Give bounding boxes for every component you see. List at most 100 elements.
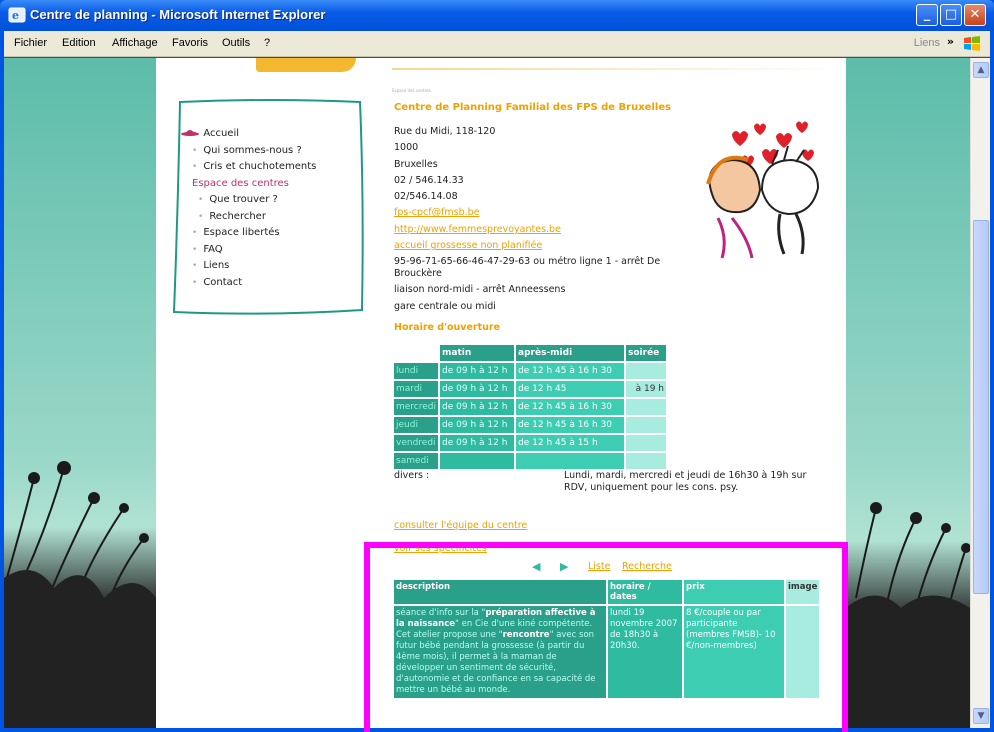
menu-fichier[interactable]: Fichier: [14, 37, 47, 49]
hours-row: vendredi de 09 h à 12 h de 12 h 45 à 15 …: [394, 435, 667, 451]
vertical-scrollbar[interactable]: ▲ ▼: [970, 58, 990, 728]
events-header-row: description horaire / dates prix image: [394, 580, 820, 604]
transport-info-3: gare centrale ou midi: [394, 300, 496, 312]
address-city: Bruxelles: [394, 158, 438, 170]
chevron-icon[interactable]: »: [947, 35, 954, 48]
hours-matin: de 09 h à 12 h: [440, 381, 515, 397]
hours-matin: de 09 h à 12 h: [440, 399, 515, 415]
event-row: séance d'info sur la "préparation affect…: [394, 606, 820, 698]
nav-item-que-trouver[interactable]: • Que trouver ?: [192, 192, 316, 209]
page-content: •Accueil •Qui sommes-nous ? •Cris et chu…: [156, 58, 846, 728]
scroll-down-button[interactable]: ▼: [973, 708, 989, 724]
centre-title: Centre de Planning Familial des FPS de B…: [394, 102, 672, 113]
hours-soiree: [626, 399, 667, 415]
nav-item-rechercher[interactable]: • Rechercher: [192, 209, 316, 226]
nav-item-accueil[interactable]: •Accueil: [192, 126, 316, 143]
specificities-link[interactable]: voir ses spécificités: [394, 543, 487, 554]
scroll-thumb[interactable]: [973, 220, 989, 594]
hours-header-apres-midi: après-midi: [516, 345, 625, 361]
event-image: [786, 606, 820, 698]
hours-day: mercredi: [394, 399, 439, 415]
address-street: Rue du Midi, 118-120: [394, 126, 496, 137]
events-header-price: prix: [684, 580, 784, 604]
hours-soiree: [626, 417, 667, 433]
header-splash: [256, 58, 356, 72]
menu-bar: Fichier Edition Affichage Favoris Outils…: [4, 31, 990, 57]
event-description: séance d'info sur la "préparation affect…: [394, 606, 606, 698]
title-bar: e Centre de planning - Microsoft Interne…: [0, 0, 994, 31]
plant-silhouette-left: [4, 461, 156, 728]
ie-window: e Centre de planning - Microsoft Interne…: [0, 0, 994, 732]
hours-header-matin: matin: [440, 345, 515, 361]
hours-matin: de 09 h à 12 h: [440, 363, 515, 379]
email-link[interactable]: fps-cpcf@fmsb.be: [394, 207, 480, 218]
address-block: Rue du Midi, 118-120 1000 Bruxelles 02 /…: [394, 124, 694, 315]
hours-header-blank: [394, 345, 439, 361]
prev-arrow-icon[interactable]: ◀: [532, 560, 540, 573]
nav-item-espace-libertes[interactable]: • Espace libertés: [192, 225, 316, 242]
nav-menu: •Accueil •Qui sommes-nous ? •Cris et chu…: [170, 98, 366, 320]
address-postcode: 1000: [394, 142, 419, 154]
menu-outils[interactable]: Outils: [222, 37, 250, 49]
events-header-image: image: [786, 580, 820, 604]
minimize-button[interactable]: _: [916, 4, 938, 26]
hours-apres-midi: de 12 h 45 à 16 h 30: [516, 363, 625, 379]
nav-item-espace-des-centres[interactable]: Espace des centres: [181, 130, 316, 193]
hours-apres-midi: de 12 h 45 à 16 h 30: [516, 417, 625, 433]
hours-soiree: [626, 435, 667, 451]
hours-header-soiree: soirée: [626, 345, 667, 361]
events-header-dates: horaire / dates: [608, 580, 682, 604]
nav-item-cris-et-chuchotements[interactable]: • Cris et chuchotements: [192, 159, 316, 176]
hours-matin: de 09 h à 12 h: [440, 417, 515, 433]
address-phone: 02 / 546.14.33: [394, 174, 464, 186]
events-header-description: description: [394, 580, 606, 604]
windows-logo-icon: [964, 36, 980, 51]
divers-text: Lundi, mardi, mercredi et jeudi de 16h30…: [564, 470, 807, 493]
hours-title: Horaire d'ouverture: [394, 322, 501, 333]
next-arrow-icon[interactable]: ▶: [560, 560, 568, 573]
team-link[interactable]: consulter l'équipe du centre: [394, 520, 527, 531]
nav-item-faq[interactable]: • FAQ: [192, 242, 316, 259]
hours-matin: de 09 h à 12 h: [440, 435, 515, 451]
hours-apres-midi: [516, 453, 625, 469]
hours-matin: [440, 453, 515, 469]
hat-icon: [181, 130, 199, 136]
menu-help[interactable]: ?: [264, 37, 270, 49]
address-fax: 02/546.14.08: [394, 191, 458, 203]
list-link[interactable]: Liste: [588, 561, 610, 572]
close-button[interactable]: ✕: [964, 4, 986, 26]
hours-day: samedi: [394, 453, 439, 469]
menu-favoris[interactable]: Favoris: [172, 37, 208, 49]
window-bottom-border: [0, 728, 994, 732]
header-rule: [392, 68, 846, 70]
plant-silhouette-right: [846, 502, 970, 728]
hours-row: mardi de 09 h à 12 h de 12 h 45 à 19 h: [394, 381, 667, 397]
grossesse-link[interactable]: accueil grossesse non planifiée: [394, 240, 542, 251]
search-link[interactable]: Recherche: [622, 561, 672, 572]
hours-apres-midi: de 12 h 45: [516, 381, 625, 397]
nav-item-liens[interactable]: • Liens: [192, 258, 316, 275]
kissing-couple-illustration: [706, 121, 820, 259]
menu-edition[interactable]: Edition: [62, 37, 96, 49]
hours-day: vendredi: [394, 435, 439, 451]
maximize-button[interactable]: □: [940, 4, 962, 26]
website-link[interactable]: http://www.femmesprevoyantes.be: [394, 224, 561, 235]
breadcrumb[interactable]: Espace des centres: [392, 88, 431, 93]
nav-list: •Accueil •Qui sommes-nous ? •Cris et chu…: [181, 126, 316, 292]
hours-table: matin après-midi soirée lundi de 09 h à …: [392, 343, 668, 471]
event-dates: lundi 19 novembre 2007 de 18h30 à 20h30.: [608, 606, 682, 698]
hours-day: jeudi: [394, 417, 439, 433]
menu-affichage[interactable]: Affichage: [112, 37, 158, 49]
page-viewport: •Accueil •Qui sommes-nous ? •Cris et chu…: [4, 58, 970, 728]
hours-soiree: [626, 363, 667, 379]
scroll-up-button[interactable]: ▲: [973, 62, 989, 78]
hours-apres-midi: de 12 h 45 à 16 h 30: [516, 399, 625, 415]
links-toolbar-label[interactable]: Liens: [914, 37, 940, 49]
hours-header-row: matin après-midi soirée: [394, 345, 667, 361]
hours-row: jeudi de 09 h à 12 h de 12 h 45 à 16 h 3…: [394, 417, 667, 433]
divers-label: divers :: [394, 470, 430, 481]
hours-day: lundi: [394, 363, 439, 379]
nav-item-contact[interactable]: • Contact: [192, 275, 316, 292]
hours-row: lundi de 09 h à 12 h de 12 h 45 à 16 h 3…: [394, 363, 667, 379]
nav-item-qui-sommes-nous[interactable]: • Qui sommes-nous ?: [192, 143, 316, 160]
